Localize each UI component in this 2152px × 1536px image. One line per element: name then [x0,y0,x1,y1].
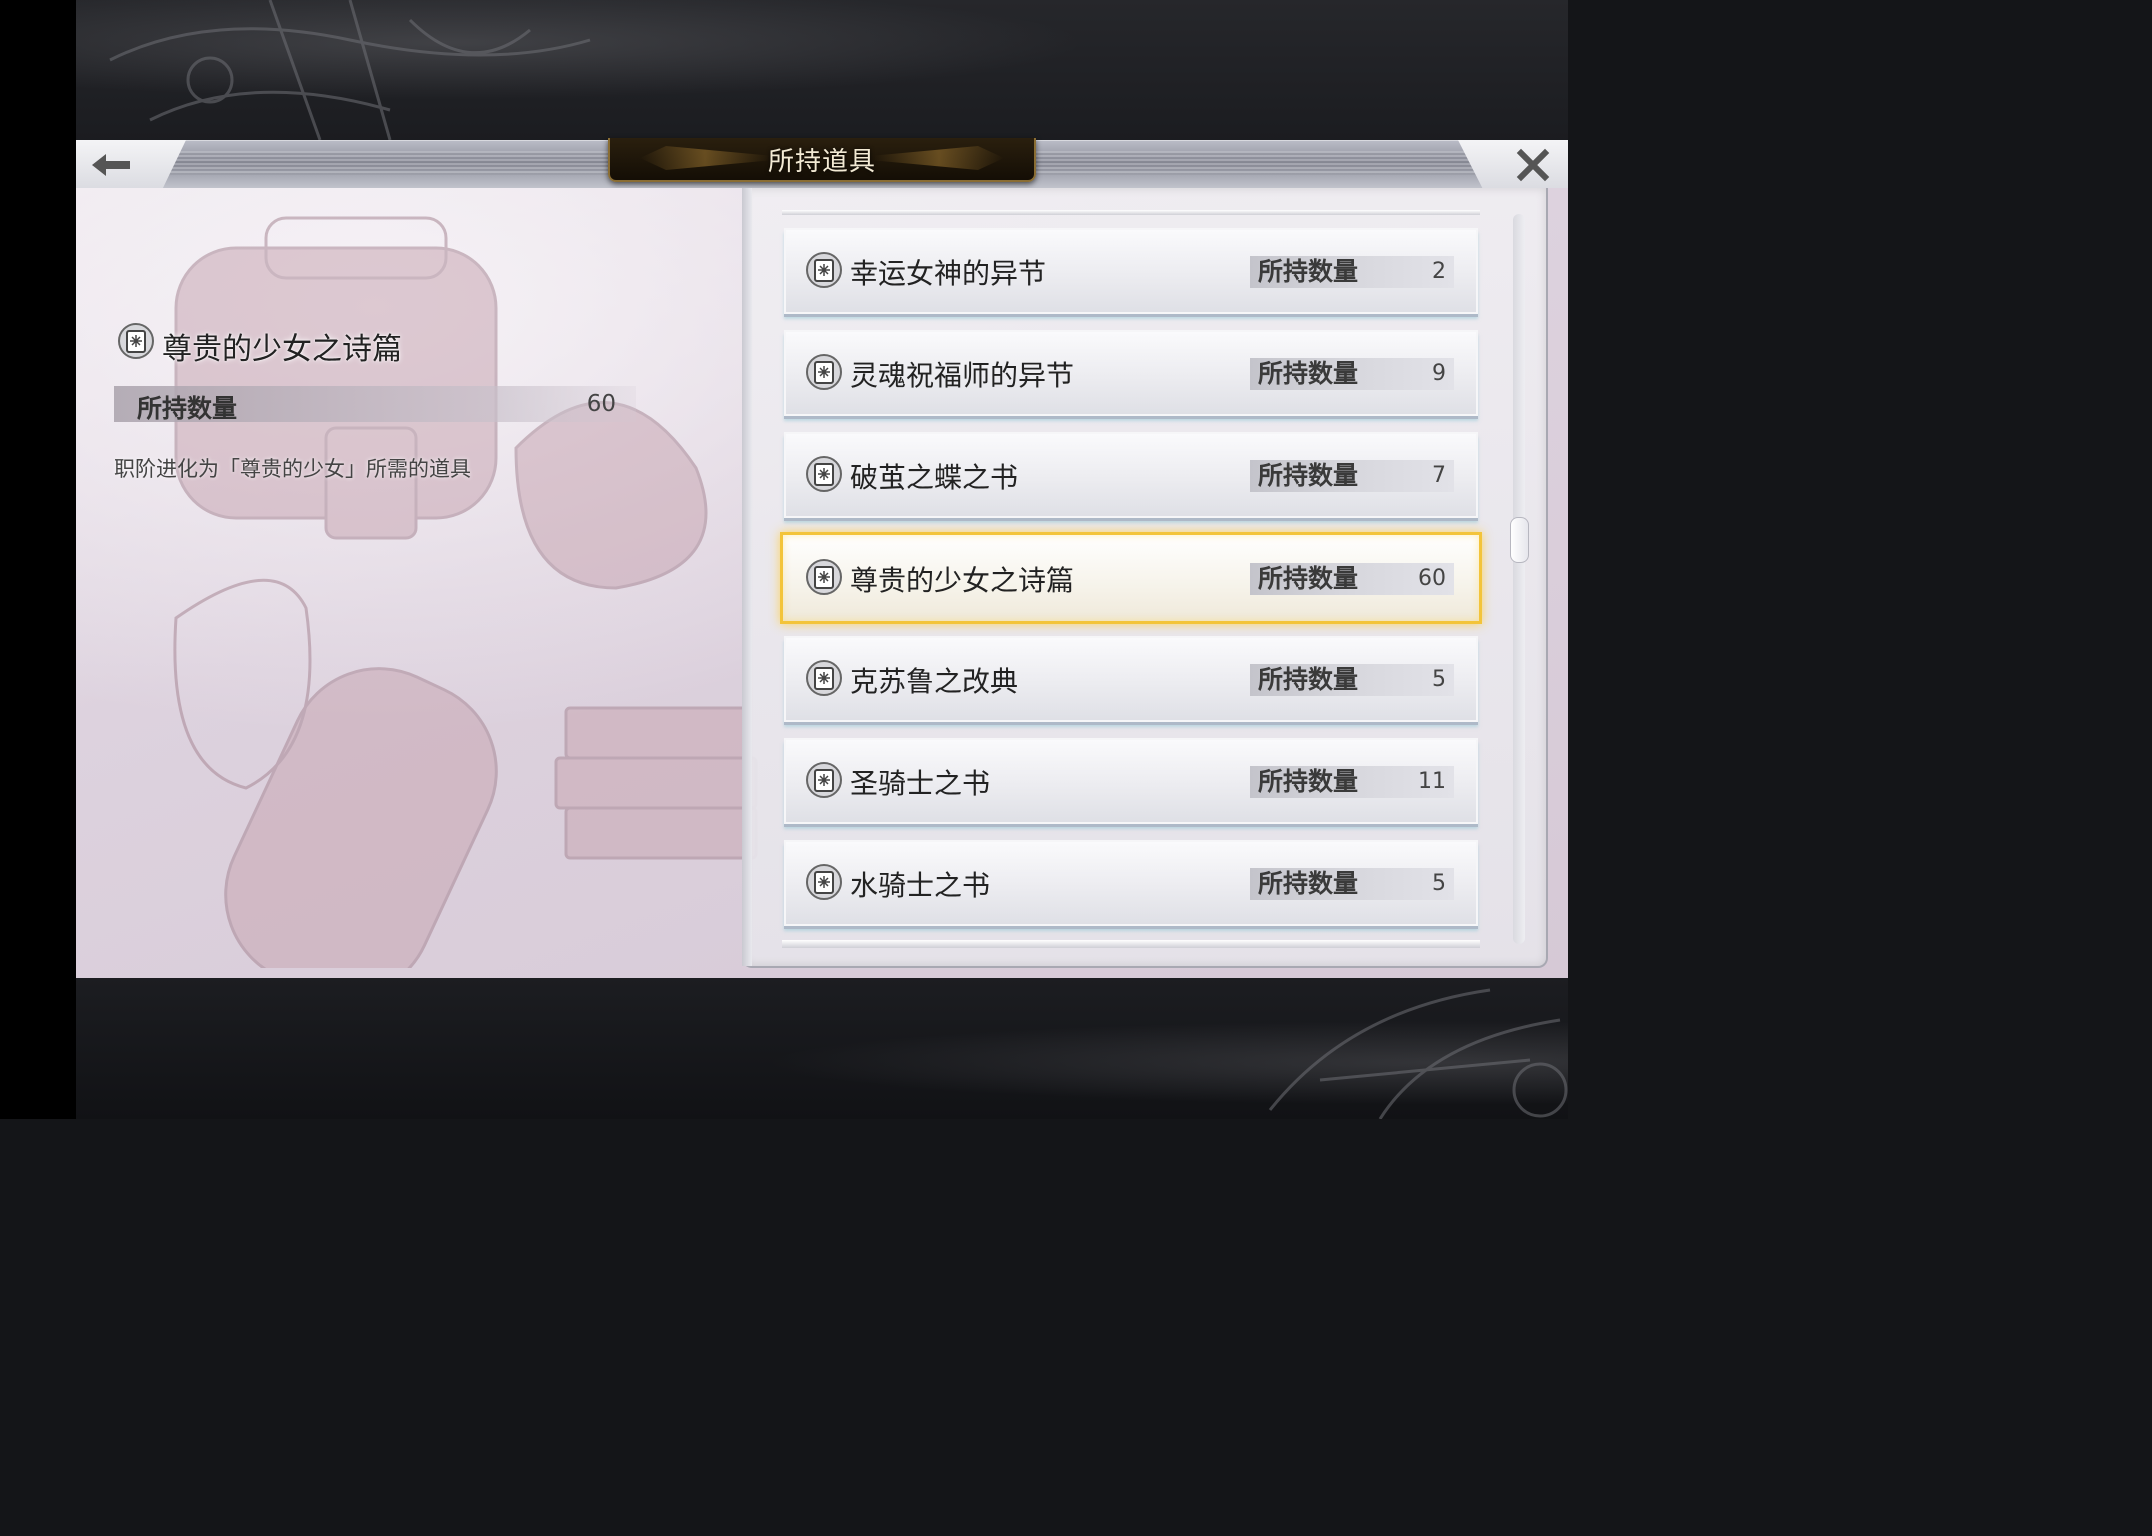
item-count-value: 5 [1432,667,1446,692]
scrollbar-track[interactable] [1513,214,1525,944]
title-plate: 所持道具 [608,138,1036,182]
back-arrow-icon [92,154,130,176]
item-count-box: 所持数量 5 [1250,664,1454,696]
selected-item-description: 职阶进化为「尊贵的少女」所需的道具 [114,457,471,481]
item-count-value: 5 [1432,871,1446,896]
item-row[interactable]: 灵魂祝福师的异节 所持数量 9 [784,330,1478,416]
item-name: 克苏鲁之改典 [850,665,1019,698]
page-title: 所持道具 [767,146,876,177]
item-count-value: 11 [1418,769,1446,794]
item-count-box: 所持数量 7 [1250,460,1454,492]
item-count-label: 所持数量 [1258,359,1359,388]
book-icon [806,354,842,390]
item-count-value: 60 [1418,566,1446,591]
item-row[interactable]: 水骑士之书 所持数量 5 [784,840,1478,926]
list-top-divider [782,210,1480,215]
selected-item-count-value: 60 [586,391,616,417]
book-icon [806,456,842,492]
item-count-value: 2 [1432,259,1446,284]
item-name: 尊贵的少女之诗篇 [850,564,1075,597]
item-count-label: 所持数量 [1258,564,1359,593]
book-icon [806,864,842,900]
title-ornament-left [640,146,770,170]
item-count-box: 所持数量 9 [1250,358,1454,390]
item-name: 圣骑士之书 [850,767,991,800]
item-count-label: 所持数量 [1258,869,1359,898]
book-icon [806,762,842,798]
item-row[interactable]: 破茧之蝶之书 所持数量 7 [784,432,1478,518]
close-x-icon [1516,148,1550,182]
item-name: 幸运女神的异节 [850,257,1047,290]
book-icon [806,252,842,288]
selected-item-count-label: 所持数量 [137,394,238,423]
item-row[interactable]: 幸运女神的异节 所持数量 2 [784,228,1478,314]
item-count-box: 所持数量 2 [1250,256,1454,288]
title-ornament-right [874,146,1004,170]
list-next-row-peek [782,940,1480,948]
item-count-value: 7 [1432,463,1446,488]
book-icon [118,323,154,359]
item-count-box: 所持数量 60 [1250,563,1454,595]
item-name: 灵魂祝福师的异节 [850,359,1075,392]
item-count-box: 所持数量 5 [1250,868,1454,900]
book-icon [806,559,842,595]
scrollbar-thumb[interactable] [1510,517,1529,563]
item-row[interactable]: 克苏鲁之改典 所持数量 5 [784,636,1478,722]
item-row[interactable]: 圣骑士之书 所持数量 11 [784,738,1478,824]
item-name: 水骑士之书 [850,869,991,902]
item-row[interactable]: 尊贵的少女之诗篇 所持数量 60 [780,532,1482,624]
bottom-background [76,978,1568,1119]
top-background [76,0,1568,142]
item-count-value: 9 [1432,361,1446,386]
item-count-label: 所持数量 [1258,767,1359,796]
item-name: 破茧之蝶之书 [850,461,1019,494]
left-black-strip [0,0,76,1119]
item-count-label: 所持数量 [1258,257,1359,286]
book-icon [806,660,842,696]
item-count-box: 所持数量 11 [1250,766,1454,798]
selected-item-name: 尊贵的少女之诗篇 [162,332,402,367]
item-count-label: 所持数量 [1258,665,1359,694]
item-count-label: 所持数量 [1258,461,1359,490]
